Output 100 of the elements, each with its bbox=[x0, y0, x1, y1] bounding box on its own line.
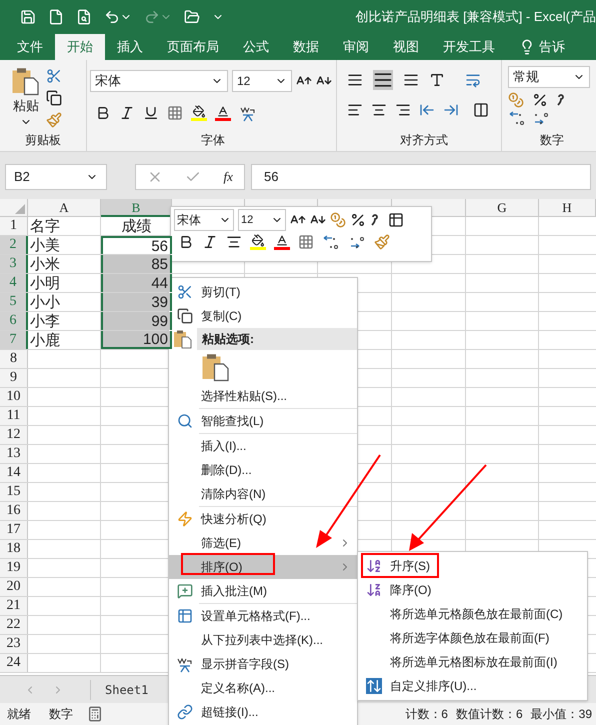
row-header[interactable]: 8 bbox=[0, 350, 28, 368]
table-cell[interactable]: 99 bbox=[101, 312, 172, 330]
ribbon-tab[interactable]: 开发工具 bbox=[431, 34, 507, 60]
ribbon-tab[interactable]: 数据 bbox=[281, 34, 331, 60]
fill-color-icon[interactable] bbox=[250, 234, 266, 250]
row-header[interactable]: 4 bbox=[0, 274, 28, 292]
underline-icon[interactable] bbox=[143, 105, 159, 121]
menu-item[interactable]: 将所选字体颜色放在最前面(F) bbox=[358, 626, 587, 650]
row-header[interactable]: 21 bbox=[0, 597, 28, 615]
table-cell[interactable]: 小美 bbox=[28, 236, 101, 254]
comma-style-icon[interactable] bbox=[556, 93, 564, 107]
row-header[interactable]: 24 bbox=[0, 654, 28, 672]
borders-icon[interactable] bbox=[298, 234, 314, 250]
font-size-field[interactable]: 12 bbox=[238, 209, 286, 231]
orientation-icon[interactable] bbox=[429, 72, 445, 88]
ribbon-tab[interactable]: 审阅 bbox=[331, 34, 381, 60]
row-header[interactable]: 11 bbox=[0, 407, 28, 425]
table-cell[interactable]: 成绩 bbox=[101, 217, 172, 235]
paste-option-button[interactable] bbox=[201, 352, 231, 382]
formula-field[interactable]: 56 bbox=[251, 164, 591, 190]
align-bottom-icon[interactable] bbox=[403, 72, 419, 88]
menu-item[interactable]: 筛选(E) bbox=[169, 531, 357, 555]
undo-icon[interactable] bbox=[104, 9, 120, 25]
currency-icon[interactable] bbox=[508, 92, 524, 108]
align-middle-icon[interactable] bbox=[373, 70, 393, 90]
menu-item[interactable]: 插入批注(M) bbox=[169, 579, 357, 603]
table-cell[interactable]: 100 bbox=[101, 331, 172, 349]
percent-icon[interactable] bbox=[350, 212, 366, 228]
format-painter-icon[interactable] bbox=[374, 234, 390, 250]
increase-indent-icon[interactable] bbox=[443, 102, 459, 118]
font-color-icon[interactable] bbox=[274, 234, 290, 250]
column-header[interactable]: G bbox=[466, 199, 539, 217]
ribbon-tab[interactable]: 文件 bbox=[5, 34, 55, 60]
new-file-icon[interactable] bbox=[48, 9, 64, 25]
font-name-field[interactable]: 宋体 bbox=[174, 209, 234, 231]
font-name-field[interactable]: 宋体 bbox=[90, 70, 228, 92]
menu-item[interactable]: 将所选单元格颜色放在最前面(C) bbox=[358, 602, 587, 626]
merge-center-icon[interactable] bbox=[388, 212, 404, 228]
table-cell[interactable]: 56 bbox=[101, 236, 172, 254]
percent-icon[interactable] bbox=[532, 92, 548, 108]
name-box[interactable]: B2 bbox=[5, 164, 107, 190]
row-header[interactable]: 13 bbox=[0, 445, 28, 463]
insert-function-button[interactable]: fx bbox=[224, 166, 233, 186]
menu-item[interactable]: 选择性粘贴(S)... bbox=[169, 384, 357, 408]
column-header[interactable]: B bbox=[101, 199, 172, 217]
row-header[interactable]: 18 bbox=[0, 540, 28, 558]
menu-item[interactable]: 剪切(T) bbox=[169, 280, 357, 304]
merge-cells-icon[interactable] bbox=[473, 102, 489, 118]
table-cell[interactable]: 39 bbox=[101, 293, 172, 311]
table-cell[interactable]: 小鹿 bbox=[28, 331, 101, 349]
italic-icon[interactable] bbox=[202, 234, 218, 250]
align-center-icon[interactable] bbox=[371, 102, 387, 118]
align-top-icon[interactable] bbox=[347, 72, 363, 88]
table-cell[interactable]: 小米 bbox=[28, 255, 101, 273]
row-header[interactable]: 16 bbox=[0, 502, 28, 520]
ribbon-tab[interactable]: 插入 bbox=[105, 34, 155, 60]
font-color-icon[interactable] bbox=[215, 105, 231, 121]
decrease-indent-icon[interactable] bbox=[419, 102, 435, 118]
row-header[interactable]: 22 bbox=[0, 616, 28, 634]
row-header[interactable]: 2 bbox=[0, 236, 28, 254]
row-header[interactable]: 19 bbox=[0, 559, 28, 577]
row-header[interactable]: 6 bbox=[0, 312, 28, 330]
column-header[interactable]: A bbox=[28, 199, 101, 217]
cut-icon[interactable] bbox=[46, 68, 62, 84]
open-folder-icon[interactable] bbox=[184, 9, 200, 25]
row-header[interactable]: 9 bbox=[0, 369, 28, 387]
borders-icon[interactable] bbox=[167, 105, 183, 121]
menu-item[interactable]: 定义名称(A)... bbox=[169, 676, 357, 700]
menu-item[interactable]: 快速分析(Q) bbox=[169, 507, 357, 531]
row-header[interactable]: 23 bbox=[0, 635, 28, 653]
menu-item[interactable]: 超链接(I)... bbox=[169, 700, 357, 724]
table-cell[interactable]: 名字 bbox=[28, 217, 101, 235]
table-cell[interactable]: 小小 bbox=[28, 293, 101, 311]
ribbon-tab[interactable]: 视图 bbox=[381, 34, 431, 60]
table-cell[interactable]: 小明 bbox=[28, 274, 101, 292]
menu-item[interactable]: 智能查找(L) bbox=[169, 409, 357, 433]
align-center-icon[interactable] bbox=[226, 234, 242, 250]
menu-item[interactable]: 显示拼音字段(S) bbox=[169, 652, 357, 676]
italic-icon[interactable] bbox=[119, 105, 135, 121]
row-header[interactable]: 3 bbox=[0, 255, 28, 273]
row-header[interactable]: 12 bbox=[0, 426, 28, 444]
copy-icon[interactable] bbox=[46, 90, 62, 106]
comma-style-icon[interactable] bbox=[370, 213, 378, 227]
fill-color-icon[interactable] bbox=[191, 105, 207, 121]
menu-item[interactable]: 清除内容(N) bbox=[169, 482, 357, 506]
print-preview-icon[interactable] bbox=[76, 9, 92, 25]
menu-item[interactable]: 升序(S) bbox=[358, 554, 587, 578]
format-painter-icon[interactable] bbox=[46, 112, 62, 128]
align-left-icon[interactable] bbox=[347, 102, 363, 118]
row-header[interactable]: 20 bbox=[0, 578, 28, 596]
menu-item[interactable]: 删除(D)... bbox=[169, 458, 357, 482]
row-header[interactable]: 15 bbox=[0, 483, 28, 501]
menu-item[interactable]: 自定义排序(U)... bbox=[358, 674, 587, 698]
wrap-text-icon[interactable] bbox=[465, 72, 481, 88]
menu-item[interactable]: 降序(O) bbox=[358, 578, 587, 602]
number-format-field[interactable]: 常规 bbox=[508, 66, 590, 88]
menu-item[interactable]: 将所选单元格图标放在最前面(I) bbox=[358, 650, 587, 674]
table-cell[interactable]: 85 bbox=[101, 255, 172, 273]
menu-item[interactable]: 复制(C) bbox=[169, 304, 357, 328]
ribbon-tab[interactable]: 开始 bbox=[55, 34, 105, 60]
